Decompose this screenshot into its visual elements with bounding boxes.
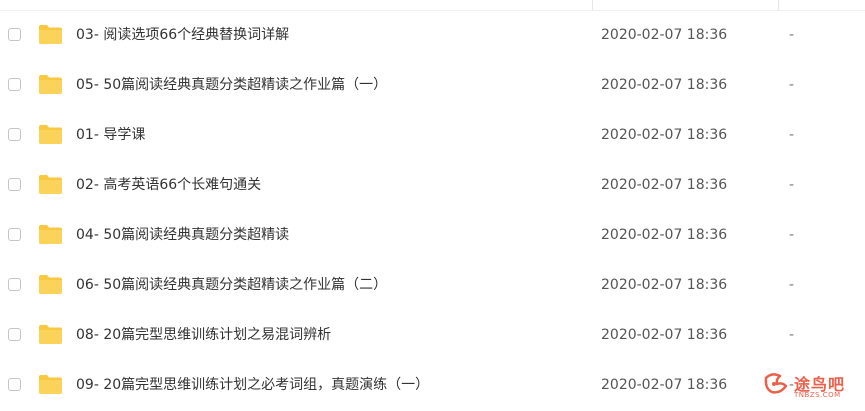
- watermark-subtext: TNBZS.COM: [794, 391, 841, 399]
- file-name[interactable]: 05- 50篇阅读经典真题分类超精读之作业篇（一）: [76, 76, 387, 94]
- row-checkbox[interactable]: [8, 378, 21, 391]
- table-row[interactable]: 08- 20篇完型思维训练计划之易混词辨析 2020-02-07 18:36 -: [0, 311, 865, 361]
- file-size: -: [789, 27, 795, 43]
- modified-date: 2020-02-07 18:36: [601, 77, 728, 93]
- watermark: 途鸟吧 TNBZS.COM: [760, 368, 860, 402]
- folder-icon: [38, 224, 63, 245]
- row-checkbox[interactable]: [8, 178, 21, 191]
- folder-icon: [38, 324, 63, 345]
- bird-logo-icon: [762, 370, 792, 404]
- folder-icon: [38, 124, 63, 145]
- row-checkbox[interactable]: [8, 278, 21, 291]
- modified-date: 2020-02-07 18:36: [601, 227, 728, 243]
- folder-icon: [38, 274, 63, 295]
- file-name[interactable]: 04- 50篇阅读经典真题分类超精读: [76, 226, 289, 244]
- file-size: -: [789, 77, 795, 93]
- folder-icon: [38, 24, 63, 45]
- table-row[interactable]: 09- 20篇完型思维训练计划之必考词组，真题演练（一） 2020-02-07 …: [0, 361, 865, 411]
- table-row[interactable]: 05- 50篇阅读经典真题分类超精读之作业篇（一） 2020-02-07 18:…: [0, 61, 865, 111]
- column-separator[interactable]: [592, 0, 593, 10]
- file-name[interactable]: 09- 20篇完型思维训练计划之必考词组，真题演练（一）: [76, 376, 429, 394]
- file-size: -: [789, 277, 795, 293]
- folder-icon: [38, 74, 63, 95]
- file-name[interactable]: 02- 高考英语66个长难句通关: [76, 176, 261, 194]
- modified-date: 2020-02-07 18:36: [601, 377, 728, 393]
- modified-date: 2020-02-07 18:36: [601, 327, 728, 343]
- file-name[interactable]: 03- 阅读选项66个经典替换词详解: [76, 26, 289, 44]
- file-list: 03- 阅读选项66个经典替换词详解 2020-02-07 18:36 - 05…: [0, 11, 865, 411]
- folder-icon: [38, 374, 63, 395]
- column-separator[interactable]: [778, 0, 779, 10]
- row-checkbox[interactable]: [8, 328, 21, 341]
- modified-date: 2020-02-07 18:36: [601, 127, 728, 143]
- file-size: -: [789, 227, 795, 243]
- row-checkbox[interactable]: [8, 128, 21, 141]
- file-name[interactable]: 01- 导学课: [76, 126, 145, 144]
- modified-date: 2020-02-07 18:36: [601, 177, 728, 193]
- table-row[interactable]: 03- 阅读选项66个经典替换词详解 2020-02-07 18:36 -: [0, 11, 865, 61]
- modified-date: 2020-02-07 18:36: [601, 277, 728, 293]
- modified-date: 2020-02-07 18:36: [601, 27, 728, 43]
- table-row[interactable]: 06- 50篇阅读经典真题分类超精读之作业篇（二） 2020-02-07 18:…: [0, 261, 865, 311]
- row-checkbox[interactable]: [8, 228, 21, 241]
- file-size: -: [789, 127, 795, 143]
- file-size: -: [789, 327, 795, 343]
- table-row[interactable]: 04- 50篇阅读经典真题分类超精读 2020-02-07 18:36 -: [0, 211, 865, 261]
- file-name[interactable]: 08- 20篇完型思维训练计划之易混词辨析: [76, 326, 331, 344]
- row-checkbox[interactable]: [8, 78, 21, 91]
- column-header: [0, 0, 865, 11]
- folder-icon: [38, 174, 63, 195]
- file-name[interactable]: 06- 50篇阅读经典真题分类超精读之作业篇（二）: [76, 276, 387, 294]
- row-checkbox[interactable]: [8, 28, 21, 41]
- file-size: -: [789, 177, 795, 193]
- table-row[interactable]: 01- 导学课 2020-02-07 18:36 -: [0, 111, 865, 161]
- table-row[interactable]: 02- 高考英语66个长难句通关 2020-02-07 18:36 -: [0, 161, 865, 211]
